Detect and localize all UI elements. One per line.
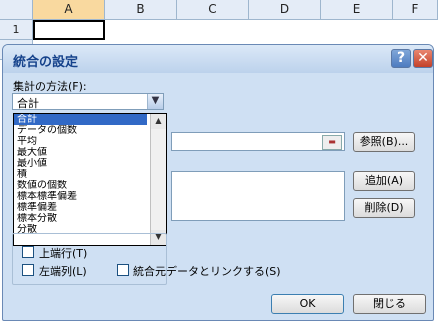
consolidate-dialog: 統合の設定 ? ✕ 集計の方法(F): 合計 ▼ 合計 データの個数 平均 最大… <box>2 44 434 321</box>
option-max[interactable]: 最大値 <box>14 147 147 158</box>
column-header-a[interactable]: A <box>33 0 105 20</box>
top-row-checkbox[interactable] <box>22 246 34 258</box>
ok-button[interactable]: OK <box>271 294 344 314</box>
all-references-list[interactable] <box>171 171 345 221</box>
left-column-label: 左端列(L) <box>39 265 87 278</box>
delete-button[interactable]: 削除(D) <box>353 198 415 218</box>
active-cell-a1[interactable] <box>33 20 105 40</box>
select-all-corner[interactable] <box>0 0 33 20</box>
browse-button[interactable]: 参照(B)... <box>353 132 415 152</box>
option-sum[interactable]: 合計 <box>14 114 147 125</box>
option-stdevp[interactable]: 標準偏差 <box>14 202 147 213</box>
add-button[interactable]: 追加(A) <box>353 171 415 191</box>
chevron-down-icon[interactable]: ▼ <box>147 94 163 109</box>
option-stdev[interactable]: 標本標準偏差 <box>14 191 147 202</box>
column-header-f[interactable]: F <box>393 0 438 20</box>
column-header-e[interactable]: E <box>321 0 393 20</box>
link-source-checkbox[interactable] <box>117 264 129 276</box>
scroll-up-icon[interactable]: ▲ <box>151 114 166 129</box>
function-select[interactable]: 合計 ▼ <box>12 93 164 110</box>
link-source-label: 統合元データとリンクする(S) <box>133 265 281 278</box>
left-column-checkbox[interactable] <box>22 264 34 276</box>
option-average[interactable]: 平均 <box>14 136 147 147</box>
option-count-numbers[interactable]: 数値の個数 <box>14 180 147 191</box>
dialog-title-bar[interactable]: 統合の設定 ? ✕ <box>3 45 433 73</box>
function-label: 集計の方法(F): <box>13 80 87 93</box>
column-header-d[interactable]: D <box>249 0 321 20</box>
column-header-c[interactable]: C <box>177 0 249 20</box>
close-icon[interactable]: ✕ <box>413 49 433 68</box>
collapse-dialog-icon[interactable]: ▬ <box>322 135 342 150</box>
help-button[interactable]: ? <box>391 49 411 68</box>
close-button[interactable]: 閉じる <box>353 294 426 314</box>
dialog-title: 統合の設定 <box>13 55 79 70</box>
list-scrollbar[interactable]: ▲ ▼ <box>150 114 166 245</box>
option-count[interactable]: データの個数 <box>14 125 147 136</box>
option-min[interactable]: 最小値 <box>14 158 147 169</box>
reference-input[interactable]: ▬ <box>171 132 345 151</box>
function-selected-value: 合計 <box>17 97 39 110</box>
function-dropdown-list[interactable]: 合計 データの個数 平均 最大値 最小値 積 数値の個数 標本標準偏差 標準偏差… <box>13 113 167 246</box>
option-product[interactable]: 積 <box>14 169 147 180</box>
column-header-b[interactable]: B <box>105 0 177 20</box>
option-var[interactable]: 標本分散 <box>14 213 147 224</box>
top-row-label: 上端行(T) <box>39 247 88 260</box>
row-header-1[interactable]: 1 <box>0 20 33 40</box>
